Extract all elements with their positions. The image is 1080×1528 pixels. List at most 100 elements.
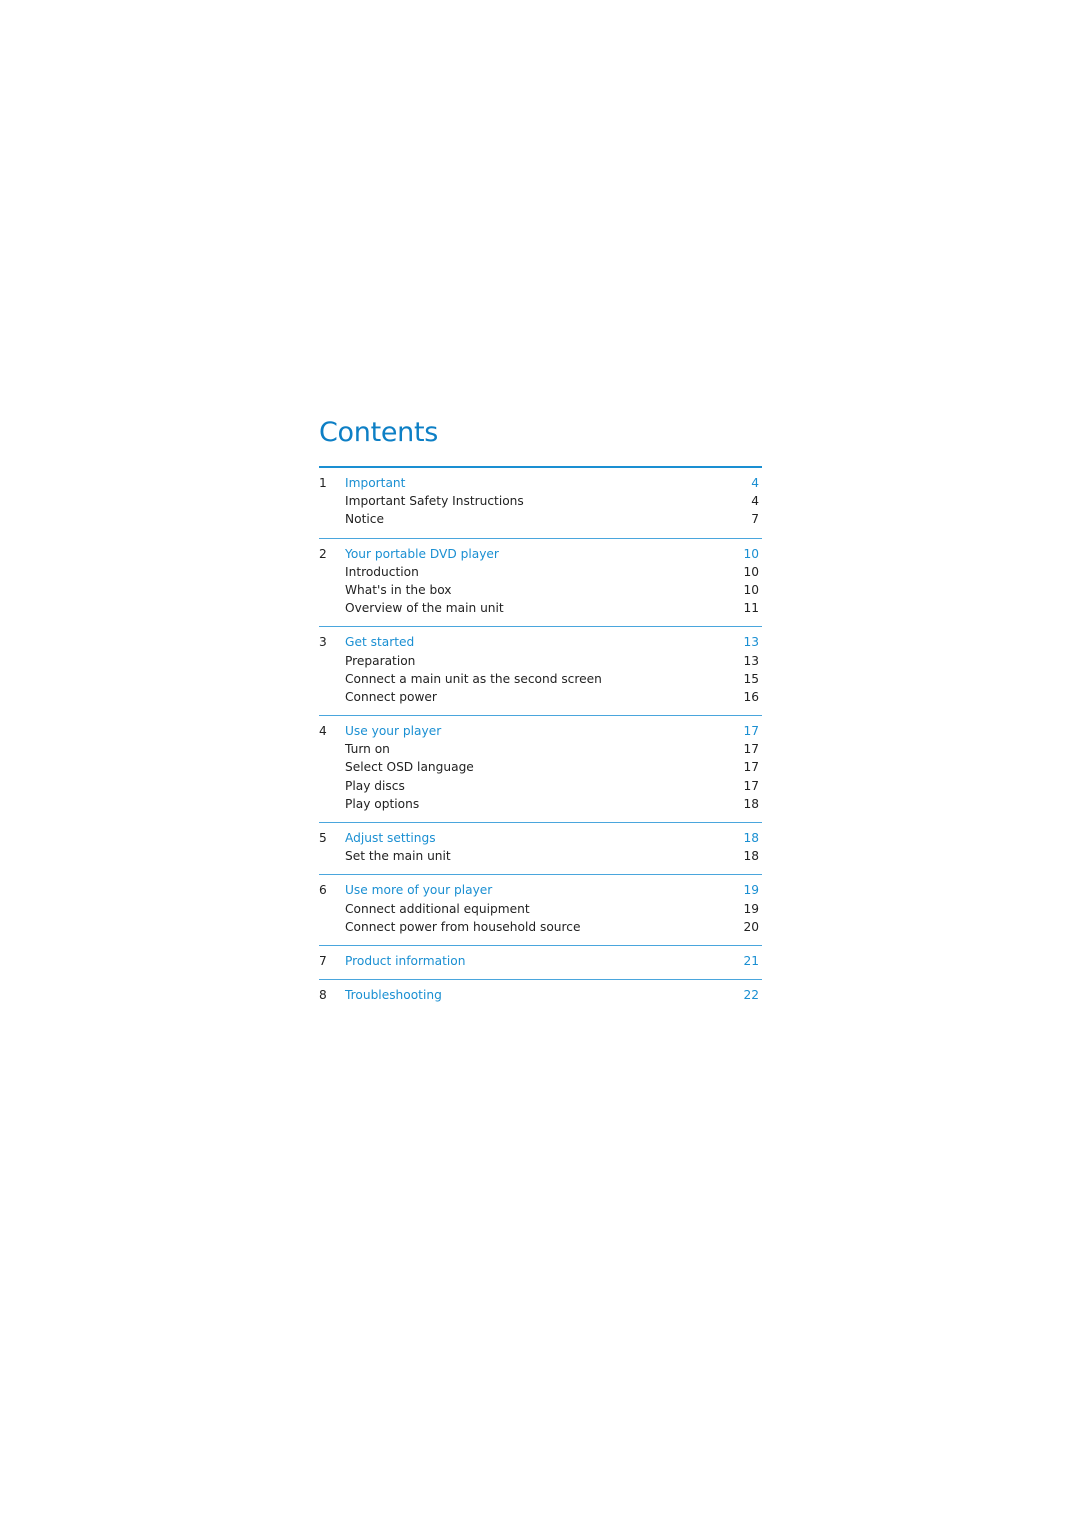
- subentry-title[interactable]: Notice: [345, 510, 719, 528]
- toc-subentry[interactable]: What's in the box 10: [319, 581, 762, 599]
- toc-subentry[interactable]: Set the main unit 18: [319, 847, 762, 865]
- subentry-title[interactable]: Turn on: [345, 740, 719, 758]
- subentry-title[interactable]: Introduction: [345, 563, 719, 581]
- chapter-number: 8: [319, 988, 327, 1003]
- chapter-number: 7: [319, 953, 327, 968]
- subentry-page-number: 15: [743, 671, 759, 686]
- subentry-page-number: 17: [743, 742, 759, 757]
- chapter-page-number: 19: [743, 883, 759, 898]
- toc-chapter-entry[interactable]: 7 Product information 21: [319, 952, 762, 970]
- subentry-page-number: 10: [743, 564, 759, 579]
- toc-subentry[interactable]: Connect power 16: [319, 688, 762, 706]
- toc-chapter-entry[interactable]: 8 Troubleshooting 22: [319, 986, 762, 1004]
- subentry-title[interactable]: What's in the box: [345, 581, 719, 599]
- toc-section: 8 Troubleshooting 22: [319, 979, 762, 1013]
- table-of-contents: 1 Important 4 Important Safety Instructions…: [319, 466, 762, 1013]
- toc-section: 2 Your portable DVD player 10 Introduction 1…: [319, 537, 762, 627]
- subentry-title[interactable]: Connect a main unit as the second screen: [345, 670, 719, 688]
- chapter-number: 5: [319, 831, 327, 845]
- chapter-page-number: 22: [743, 988, 759, 1003]
- subentry-title[interactable]: Connect additional equipment: [345, 900, 719, 918]
- subentry-page-number: 13: [743, 653, 759, 668]
- subentry-title[interactable]: Important Safety Instructions: [345, 492, 719, 510]
- toc-subentry[interactable]: Important Safety Instructions 4: [319, 492, 762, 510]
- subentry-indent: [319, 652, 345, 670]
- contents-page: Contents 1 Important 4 Important Safety Ins…: [319, 414, 762, 1013]
- chapter-title[interactable]: Get started: [345, 633, 719, 651]
- toc-chapter-entry[interactable]: 6 Use more of your player 19: [319, 881, 762, 899]
- chapter-title[interactable]: Use your player: [345, 722, 719, 740]
- subentry-indent: [319, 900, 345, 918]
- toc-chapter-entry[interactable]: 4 Use your player 17: [319, 722, 762, 740]
- subentry-title[interactable]: Preparation: [345, 652, 719, 670]
- subentry-indent: [319, 758, 345, 776]
- toc-subentry[interactable]: Play options 18: [319, 795, 762, 813]
- subentry-indent: [319, 777, 345, 795]
- toc-section: 1 Important 4 Important Safety Instructions…: [319, 468, 762, 538]
- subentry-title[interactable]: Play options: [345, 795, 719, 813]
- chapter-number: 4: [319, 724, 327, 739]
- subentry-page-number: 10: [743, 582, 759, 597]
- subentry-indent: [319, 918, 345, 936]
- toc-chapter-entry[interactable]: 3 Get started 13: [319, 633, 762, 651]
- toc-subentry[interactable]: Play discs 17: [319, 777, 762, 795]
- subentry-page-number: 17: [743, 760, 759, 775]
- subentry-page-number: 18: [743, 849, 759, 864]
- subentry-title[interactable]: Play discs: [345, 777, 719, 795]
- subentry-page-number: 11: [743, 601, 759, 616]
- subentry-page-number: 7: [751, 512, 759, 527]
- toc-chapter-entry[interactable]: 5 Adjust settings 18: [319, 829, 762, 847]
- toc-section: 7 Product information 21: [319, 944, 762, 979]
- toc-subentry[interactable]: Turn on 17: [319, 740, 762, 758]
- toc-section: 6 Use more of your player 19 Connect additi…: [319, 874, 762, 945]
- chapter-number: 2: [319, 546, 327, 561]
- chapter-title[interactable]: Troubleshooting: [345, 986, 719, 1004]
- subentry-indent: [319, 670, 345, 688]
- subentry-indent: [319, 795, 345, 813]
- chapter-number: 6: [319, 883, 327, 898]
- subentry-page-number: 17: [743, 778, 759, 793]
- toc-subentry[interactable]: Connect a main unit as the second screen…: [319, 670, 762, 688]
- chapter-page-number: 18: [743, 831, 759, 845]
- chapter-title[interactable]: Use more of your player: [345, 881, 719, 899]
- subentry-indent: [319, 492, 345, 510]
- toc-chapter-entry[interactable]: 1 Important 4: [319, 474, 762, 492]
- toc-chapter-entry[interactable]: 2 Your portable DVD player 10: [319, 545, 762, 563]
- subentry-page-number: 20: [743, 919, 759, 934]
- subentry-indent: [319, 581, 345, 599]
- subentry-page-number: 16: [743, 689, 759, 704]
- subentry-page-number: 19: [743, 901, 759, 916]
- subentry-title[interactable]: Connect power from household source: [345, 918, 719, 936]
- chapter-page-number: 17: [743, 724, 759, 739]
- subentry-indent: [319, 563, 345, 581]
- toc-subentry[interactable]: Preparation 13: [319, 652, 762, 670]
- page-title: Contents: [319, 417, 439, 448]
- toc-subentry[interactable]: Select OSD language 17: [319, 758, 762, 776]
- chapter-title[interactable]: Important: [345, 474, 719, 492]
- subentry-page-number: 4: [751, 494, 759, 509]
- toc-section: 4 Use your player 17 Turn on 17 Select OSD la…: [319, 715, 762, 822]
- toc-subentry[interactable]: Introduction 10: [319, 563, 762, 581]
- subentry-title[interactable]: Select OSD language: [345, 758, 719, 776]
- chapter-number: 3: [319, 635, 327, 650]
- subentry-indent: [319, 510, 345, 528]
- toc-subentry[interactable]: Overview of the main unit 11: [319, 599, 762, 617]
- subentry-title[interactable]: Overview of the main unit: [345, 599, 719, 617]
- toc-subentry[interactable]: Notice 7: [319, 510, 762, 528]
- subentry-indent: [319, 847, 345, 865]
- chapter-title[interactable]: Product information: [345, 952, 719, 970]
- subentry-title[interactable]: Set the main unit: [345, 847, 719, 865]
- subentry-title[interactable]: Connect power: [345, 688, 719, 706]
- chapter-title[interactable]: Your portable DVD player: [345, 545, 719, 563]
- subentry-page-number: 18: [743, 796, 759, 811]
- toc-section: 5 Adjust settings 18 Set the main unit 18: [319, 822, 762, 874]
- chapter-page-number: 10: [743, 546, 759, 561]
- subentry-indent: [319, 740, 345, 758]
- chapter-page-number: 13: [743, 635, 759, 650]
- toc-subentry[interactable]: Connect power from household source 20: [319, 918, 762, 936]
- toc-subentry[interactable]: Connect additional equipment 19: [319, 900, 762, 918]
- chapter-page-number: 4: [751, 476, 759, 490]
- chapter-title[interactable]: Adjust settings: [345, 829, 719, 847]
- subentry-indent: [319, 599, 345, 617]
- toc-section: 3 Get started 13 Preparation 13 Connect a mai…: [319, 626, 762, 715]
